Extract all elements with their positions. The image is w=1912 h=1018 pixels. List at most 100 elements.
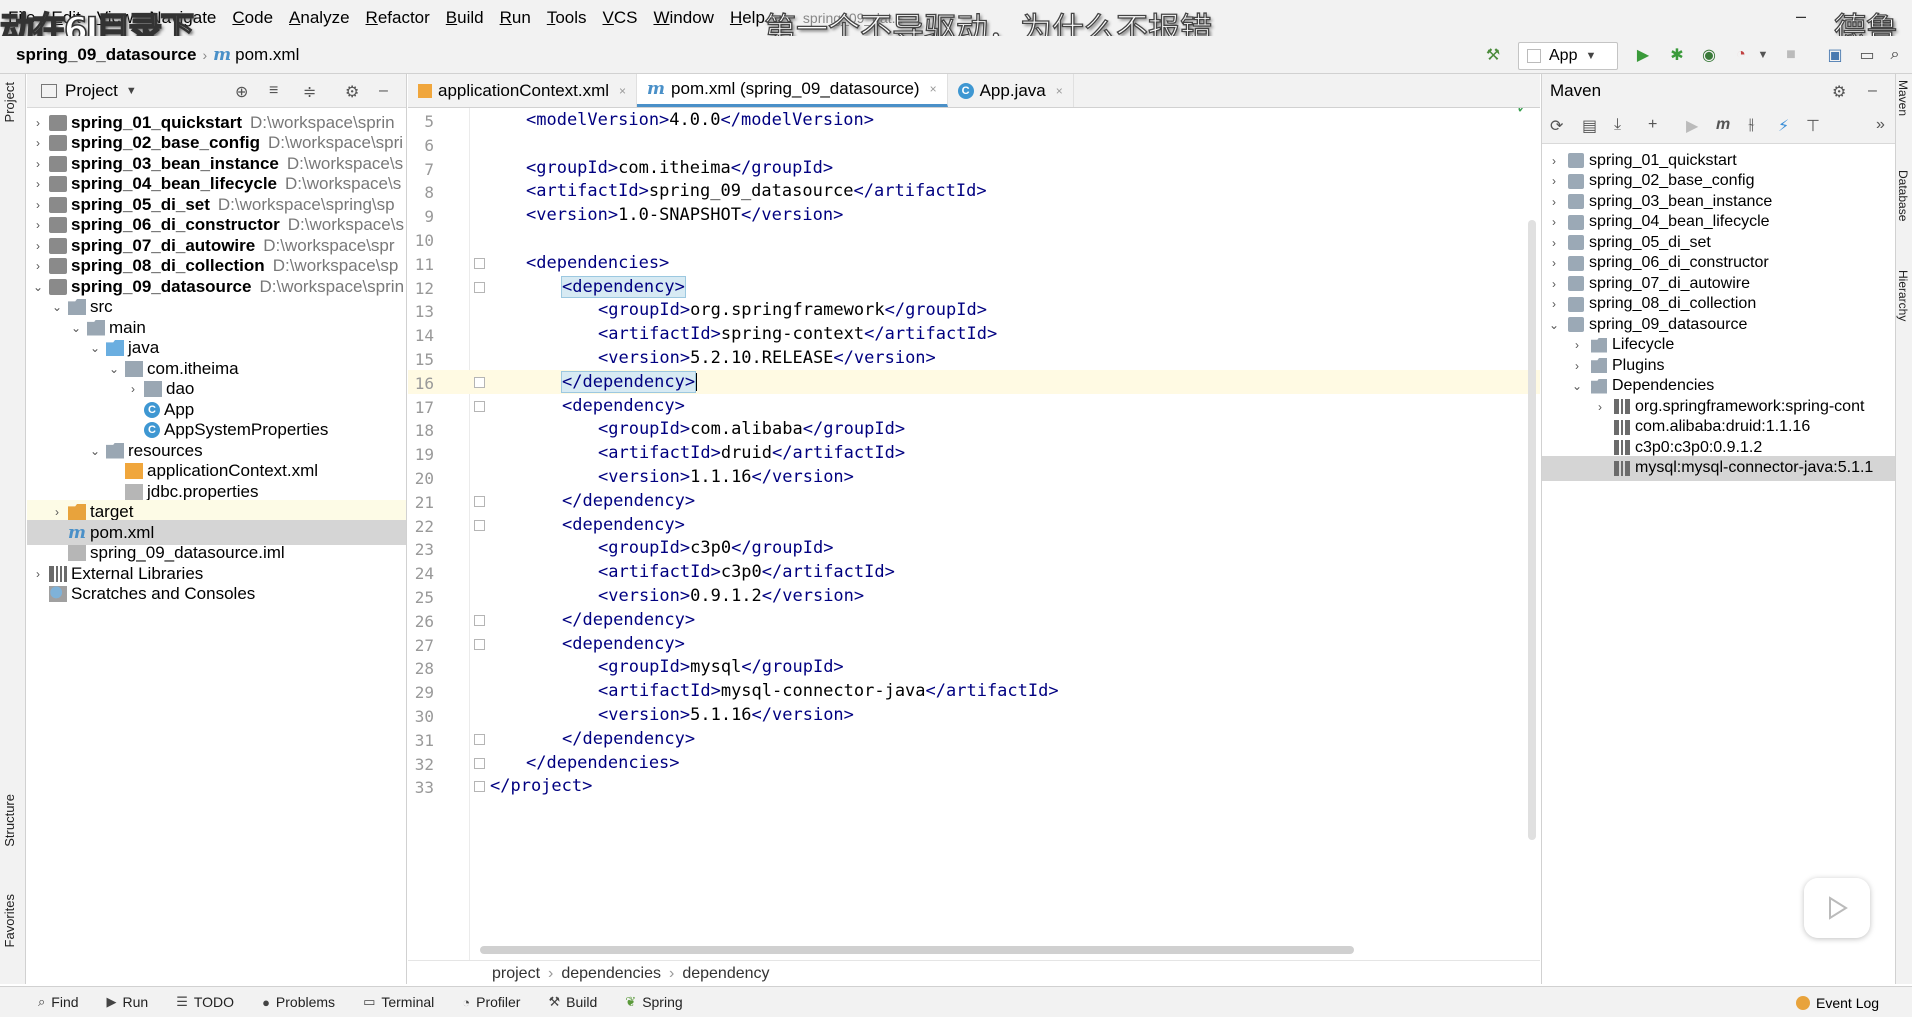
- chevron-right-icon[interactable]: ›: [1544, 277, 1564, 291]
- tool-tab-build[interactable]: ⚒ Build: [534, 994, 611, 1010]
- code-line[interactable]: 5 <modelVersion>4.0.0</modelVersion>: [408, 108, 1540, 132]
- hide-icon[interactable]: –: [1868, 82, 1877, 100]
- code-line[interactable]: 26 </dependency>: [408, 608, 1540, 632]
- project-view-selector[interactable]: Project ▼: [41, 81, 137, 101]
- editor-tab[interactable]: m pom.xml (spring_09_datasource) ×: [637, 74, 948, 107]
- tool-tab-terminal[interactable]: ▭ Terminal: [349, 994, 448, 1010]
- code-line[interactable]: 19 <artifactId>druid</artifactId>: [408, 441, 1540, 465]
- chevron-down-icon[interactable]: ⌄: [1567, 379, 1587, 393]
- menu-window[interactable]: Window: [645, 8, 721, 28]
- project-tree-item[interactable]: Scratches and Consoles: [27, 582, 406, 607]
- code-line[interactable]: 17 <dependency>: [408, 394, 1540, 418]
- menu-refactor[interactable]: Refactor: [358, 8, 438, 28]
- chevron-right-icon[interactable]: ›: [1567, 359, 1587, 373]
- chevron-right-icon[interactable]: ›: [1544, 195, 1564, 209]
- code-line[interactable]: 27 <dependency>: [408, 632, 1540, 656]
- code-line[interactable]: 33 </project>: [408, 774, 1540, 798]
- code-line[interactable]: 31 </dependency>: [408, 727, 1540, 751]
- chevron-down-icon[interactable]: ⌄: [1544, 318, 1564, 332]
- menu-run[interactable]: Run: [492, 8, 539, 28]
- tool-tab-todo[interactable]: ☰ TODO: [162, 994, 248, 1010]
- expand-all-icon[interactable]: ≡: [269, 82, 278, 100]
- chevron-right-icon[interactable]: ›: [31, 567, 45, 581]
- fold-marker-icon[interactable]: [474, 733, 485, 745]
- code-line[interactable]: 25 <version>0.9.1.2</version>: [408, 584, 1540, 608]
- chevron-right-icon[interactable]: ›: [1590, 400, 1610, 414]
- chevron-right-icon[interactable]: ›: [31, 157, 45, 171]
- fold-marker-icon[interactable]: [474, 781, 485, 793]
- tool-tab-structure[interactable]: Structure: [2, 794, 17, 847]
- code-line[interactable]: 12 <dependency>: [408, 275, 1540, 299]
- gear-icon[interactable]: ⚙: [1832, 82, 1846, 102]
- skip-tests-icon[interactable]: ⚡: [1778, 116, 1789, 136]
- hide-icon[interactable]: –: [379, 82, 388, 100]
- run-icon[interactable]: ▶: [1632, 44, 1654, 66]
- code-line[interactable]: 29 <artifactId>mysql-connector-java</arti…: [408, 679, 1540, 703]
- more-icon[interactable]: »: [1876, 116, 1885, 134]
- code-line[interactable]: 30 <version>5.1.16</version>: [408, 703, 1540, 727]
- breadcrumb-item[interactable]: dependencies: [561, 965, 661, 983]
- chevron-right-icon[interactable]: ›: [31, 198, 45, 212]
- tool-tab-hierarchy[interactable]: Hierarchy: [1896, 270, 1910, 321]
- run-icon[interactable]: ▶: [1686, 116, 1698, 136]
- code-line[interactable]: 18 <groupId>com.alibaba</groupId>: [408, 417, 1540, 441]
- close-icon[interactable]: ×: [930, 82, 937, 96]
- coverage-icon[interactable]: ◉: [1698, 44, 1720, 66]
- breadcrumb-item[interactable]: dependency: [682, 965, 769, 983]
- tool-tab-run[interactable]: ▶ Run: [93, 994, 163, 1010]
- chevron-right-icon[interactable]: ›: [31, 218, 45, 232]
- editor-vertical-scrollbar[interactable]: [1528, 220, 1536, 840]
- execute-goal-icon[interactable]: m: [1716, 116, 1730, 134]
- stop-icon[interactable]: ■: [1780, 44, 1802, 66]
- chevron-right-icon[interactable]: ›: [31, 136, 45, 150]
- code-line[interactable]: 8 <artifactId>spring_09_datasource</artif…: [408, 179, 1540, 203]
- fold-marker-icon[interactable]: [474, 281, 485, 293]
- fold-marker-icon[interactable]: [474, 376, 485, 388]
- window-icon[interactable]: ▭: [1856, 44, 1878, 66]
- chevron-right-icon[interactable]: ›: [31, 259, 45, 273]
- fold-marker-icon[interactable]: [474, 519, 485, 531]
- chevron-right-icon[interactable]: ›: [1544, 174, 1564, 188]
- breadcrumb-file[interactable]: m pom.xml: [213, 45, 299, 65]
- code-line[interactable]: 16 </dependency>: [408, 369, 1540, 394]
- tool-tab-maven[interactable]: Maven: [1896, 80, 1910, 116]
- chevron-right-icon[interactable]: ›: [126, 382, 140, 396]
- tool-tab-project[interactable]: Project: [2, 82, 17, 122]
- code-line[interactable]: 28 <groupId>mysql</groupId>: [408, 655, 1540, 679]
- menu-vcs[interactable]: VCS: [595, 8, 646, 28]
- chevron-right-icon[interactable]: ›: [1567, 338, 1587, 352]
- fold-marker-icon[interactable]: [474, 757, 485, 769]
- hammer-build-icon[interactable]: ⚒: [1482, 44, 1504, 66]
- code-line[interactable]: 13 <groupId>org.springframework</groupId>: [408, 298, 1540, 322]
- fold-marker-icon[interactable]: [474, 495, 485, 507]
- close-icon[interactable]: ×: [1056, 84, 1063, 98]
- menu-tools[interactable]: Tools: [539, 8, 595, 28]
- chevron-down-icon[interactable]: ⌄: [107, 362, 121, 376]
- breadcrumb-item[interactable]: project: [492, 965, 540, 983]
- project-structure-icon[interactable]: ▣: [1824, 44, 1846, 66]
- chevron-right-icon[interactable]: ›: [1544, 154, 1564, 168]
- chevron-right-icon[interactable]: ›: [1544, 297, 1564, 311]
- video-play-button[interactable]: [1804, 878, 1870, 938]
- tool-tab-problems[interactable]: ● Problems: [248, 994, 349, 1010]
- fold-marker-icon[interactable]: [474, 257, 485, 269]
- search-icon[interactable]: ⌕: [1884, 44, 1906, 66]
- code-line[interactable]: 6: [408, 132, 1540, 156]
- show-dependencies-icon[interactable]: ⊤: [1806, 116, 1820, 136]
- editor-tab[interactable]: C App.java ×: [948, 74, 1074, 107]
- code-line[interactable]: 15 <version>5.2.10.RELEASE</version>: [408, 346, 1540, 370]
- close-icon[interactable]: ×: [619, 84, 626, 98]
- locate-icon[interactable]: ⊕: [235, 82, 248, 102]
- tool-tab-profiler[interactable]: ◔ Profiler: [448, 994, 534, 1010]
- tool-tab-find[interactable]: ⌕ Find: [24, 994, 93, 1010]
- chevron-right-icon[interactable]: ›: [50, 505, 64, 519]
- collapse-all-icon[interactable]: ≑: [303, 82, 316, 102]
- code-line[interactable]: 22 <dependency>: [408, 513, 1540, 537]
- code-line[interactable]: 21 </dependency>: [408, 489, 1540, 513]
- fold-marker-icon[interactable]: [474, 400, 485, 412]
- download-icon[interactable]: ⤓: [1614, 116, 1621, 134]
- chevron-right-icon[interactable]: ›: [31, 116, 45, 130]
- chevron-right-icon[interactable]: ›: [1544, 256, 1564, 270]
- menu-build[interactable]: Build: [438, 8, 492, 28]
- window-minimize-button[interactable]: –: [1796, 6, 1806, 27]
